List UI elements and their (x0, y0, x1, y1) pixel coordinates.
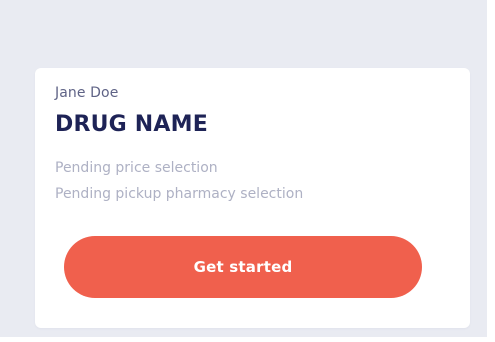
drug-name: DRUG NAME (55, 112, 208, 137)
prescription-card: Jane Doe DRUG NAME Pending price selecti… (35, 68, 470, 328)
get-started-label: Get started (193, 258, 293, 276)
page-background: Jane Doe DRUG NAME Pending price selecti… (0, 0, 487, 337)
status-price-selection: Pending price selection (55, 160, 218, 176)
patient-name: Jane Doe (55, 85, 119, 101)
status-pharmacy-selection: Pending pickup pharmacy selection (55, 186, 304, 202)
get-started-button[interactable]: Get started (64, 236, 422, 298)
